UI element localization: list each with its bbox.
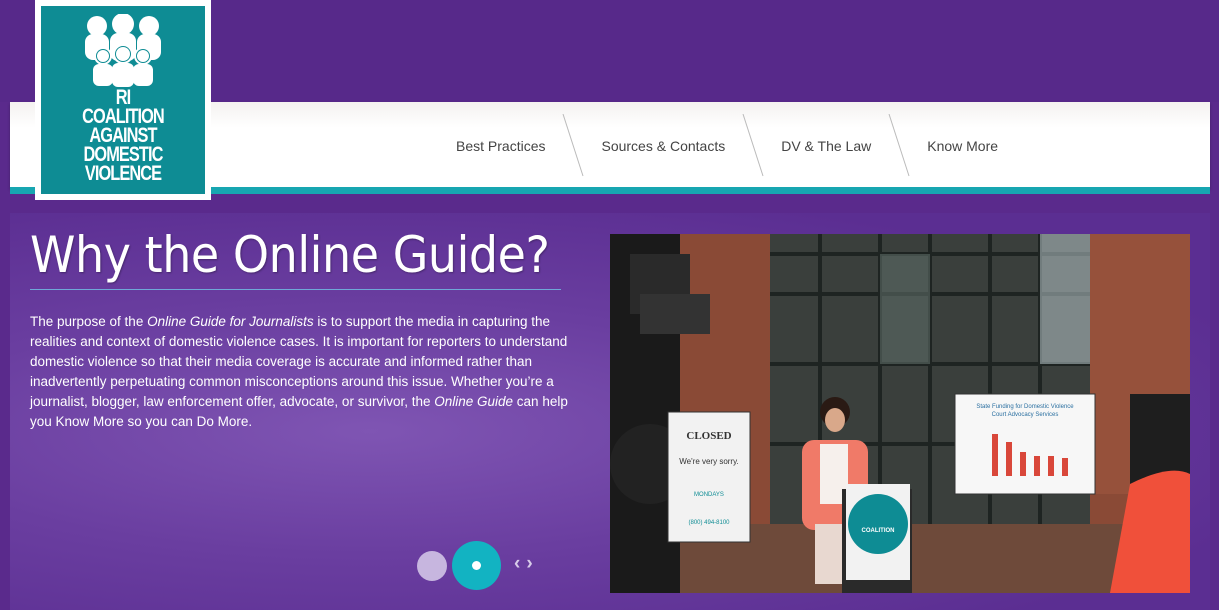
guide-title-emphasis: Online Guide for Journalists <box>147 314 314 329</box>
intro-text: The purpose of the <box>30 314 148 329</box>
sign-mondays-text: MONDAYS <box>694 492 724 498</box>
slider-arrows: ‹ › <box>514 553 533 575</box>
prev-arrow-icon[interactable]: ‹ <box>514 553 520 575</box>
nav-separator <box>741 114 765 178</box>
press-conference-photo: CLOSED We're very sorry. MONDAYS (800) 4… <box>610 234 1190 593</box>
slide-dot-1[interactable] <box>417 551 447 581</box>
nav-dv-the-law[interactable]: DV & The Law <box>765 114 887 178</box>
next-arrow-icon[interactable]: › <box>526 553 532 575</box>
logo-line: VIOLENCE <box>84 162 162 185</box>
nav-separator <box>561 114 585 178</box>
page-title: Why the Online Guide? <box>30 226 550 284</box>
guide-title-emphasis: Online Guide <box>434 394 514 409</box>
chart-sign-title: State Funding for Domestic Violence <box>976 404 1074 410</box>
sign-sorry-text: We're very sorry. <box>679 457 738 466</box>
chart-sign-subtitle: Court Advocacy Services <box>992 412 1059 418</box>
intro-paragraph: The purpose of the Online Guide for Jour… <box>30 312 590 432</box>
ri-coalition-logo[interactable]: RI COALITION AGAINST DOMESTIC VIOLENCE <box>35 0 211 200</box>
nav-best-practices[interactable]: Best Practices <box>440 114 561 178</box>
main-nav: Best Practices Sources & Contacts DV & T… <box>440 114 1014 178</box>
podium-logo-text: COALITION <box>862 528 895 534</box>
photo-illustration: CLOSED We're very sorry. MONDAYS (800) 4… <box>610 234 1190 593</box>
nav-sources-contacts[interactable]: Sources & Contacts <box>585 114 741 178</box>
title-underline <box>30 289 561 290</box>
nav-separator <box>887 114 911 178</box>
logo-badge: RI COALITION AGAINST DOMESTIC VIOLENCE <box>41 6 205 194</box>
sign-phone-text: (800) 494-8100 <box>688 520 730 526</box>
people-silhouette-icon <box>85 14 161 87</box>
nav-know-more[interactable]: Know More <box>911 114 1014 178</box>
logo-wordmark: RI COALITION AGAINST DOMESTIC VIOLENCE <box>59 87 187 185</box>
sign-closed-text: CLOSED <box>686 430 731 442</box>
slide-dot-2-active[interactable] <box>452 541 501 590</box>
